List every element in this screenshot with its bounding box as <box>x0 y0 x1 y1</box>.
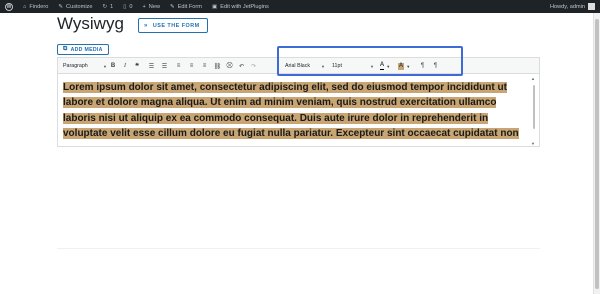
unlink-icon: ⛒ <box>226 62 233 69</box>
page-scrollbar[interactable] <box>593 13 600 294</box>
new-content-menu[interactable]: + New <box>138 0 165 13</box>
wordpress-logo-menu[interactable]: W <box>0 0 18 13</box>
align-left-button[interactable]: ≡ <box>174 61 183 71</box>
pencil-icon: ✎ <box>170 3 175 10</box>
updates-menu[interactable]: ↻ 1 <box>97 0 118 13</box>
scroll-up-icon[interactable]: ▲ <box>531 76 535 81</box>
scroll-down-icon[interactable]: ▼ <box>531 141 535 146</box>
align-right-icon: ≡ <box>202 63 207 69</box>
font-size-select[interactable]: 11pt ▼ <box>332 61 374 71</box>
use-the-form-button[interactable]: » USE THE FORM <box>138 18 208 33</box>
divider <box>57 248 540 249</box>
numbered-list-icon: ☰ <box>161 63 168 70</box>
ltr-button[interactable]: ¶ <box>418 61 427 71</box>
quote-icon: ❝ <box>135 63 139 70</box>
edit-with-label: Edit with JetPlugins <box>220 3 269 10</box>
updates-icon: ↻ <box>102 3 108 10</box>
rtl-button[interactable]: ¶ <box>431 61 440 71</box>
chevron-down-icon: ▼ <box>386 63 391 69</box>
italic-button[interactable]: I <box>121 61 129 71</box>
updates-count: 1 <box>110 3 114 10</box>
bold-button[interactable]: B <box>109 61 117 71</box>
edit-form-label: Edit Form <box>177 3 202 10</box>
highlighted-text: Lorem ipsum dolor sit amet, consectetur … <box>63 82 519 142</box>
comments-menu[interactable]: ▯ 0 <box>118 0 137 13</box>
editor-content[interactable]: Lorem ipsum dolor sit amet, consectetur … <box>59 76 527 142</box>
format-select[interactable]: Paragraph ▼ <box>63 61 107 71</box>
wordpress-icon: W <box>5 2 13 11</box>
align-center-button[interactable]: ≡ <box>187 61 196 71</box>
align-center-icon: ≡ <box>189 63 194 69</box>
edit-form-menu[interactable]: ✎ Edit Form <box>165 0 207 13</box>
text-color-button[interactable]: A ▼ <box>378 61 392 71</box>
add-media-button[interactable]: ⧉ ADD MEDIA <box>57 44 109 55</box>
admin-bar: W ⌂ Findero ✎ Customize ↻ 1 ▯ 0 + New ✎ … <box>0 0 600 13</box>
site-name-menu[interactable]: ⌂ Findero <box>18 0 53 13</box>
rtl-icon: ¶ <box>433 63 438 69</box>
edit-with-jetplugins-menu[interactable]: ▣ Edit with JetPlugins <box>207 0 274 13</box>
align-right-button[interactable]: ≡ <box>200 61 209 71</box>
selected-paragraph: Lorem ipsum dolor sit amet, consectetur … <box>63 80 523 142</box>
comments-count: 0 <box>129 3 133 10</box>
double-chevron-right-icon: » <box>144 22 148 29</box>
align-left-icon: ≡ <box>176 63 181 69</box>
font-size-value: 11pt <box>332 63 342 69</box>
format-select-value: Paragraph <box>63 63 88 69</box>
chevron-down-icon: ▼ <box>370 63 374 69</box>
undo-icon: ↶ <box>238 63 245 70</box>
my-account-menu[interactable]: Howdy, admin <box>545 0 600 13</box>
customize-label: Customize <box>66 3 93 10</box>
plus-icon: + <box>142 3 146 10</box>
undo-button[interactable]: ↶ <box>237 61 246 71</box>
add-media-label: ADD MEDIA <box>70 46 103 53</box>
redo-button[interactable]: ↷ <box>249 61 258 71</box>
bullet-list-icon: ☰ <box>148 63 155 70</box>
comment-icon: ▯ <box>123 3 127 10</box>
italic-icon: I <box>124 63 126 69</box>
chevron-down-icon: ▼ <box>103 63 107 69</box>
insert-link-button[interactable]: ⛓ <box>213 61 222 71</box>
howdy-label: Howdy, admin <box>549 3 585 10</box>
blockquote-button[interactable]: ❝ <box>133 61 141 71</box>
chevron-down-icon: ▼ <box>406 63 411 69</box>
redo-icon: ↷ <box>250 63 257 70</box>
numbered-list-button[interactable]: ☰ <box>160 61 169 71</box>
editor-toolbar: Paragraph ▼ B I ❝ ☰ ☰ ≡ ≡ ≡ ⛓ ⛒ ↶ ↷ Aria… <box>58 58 539 74</box>
new-label: New <box>148 3 160 10</box>
avatar <box>588 3 595 10</box>
wysiwyg-editor: Paragraph ▼ B I ❝ ☰ ☰ ≡ ≡ ≡ ⛓ ⛒ ↶ ↷ Aria… <box>57 57 540 147</box>
home-icon: ⌂ <box>23 3 27 10</box>
editor-scrollbar-thumb[interactable] <box>533 85 535 129</box>
page-title: Wysiwyg <box>57 14 124 33</box>
ltr-icon: ¶ <box>420 63 425 69</box>
font-family-value: Arial Black <box>285 63 311 69</box>
font-family-select[interactable]: Arial Black ▼ <box>285 61 325 71</box>
jetplugins-icon: ▣ <box>211 3 218 10</box>
site-name-label: Findero <box>29 3 49 10</box>
editor-scrollbar[interactable]: ▲ ▼ <box>529 75 539 146</box>
background-color-button[interactable]: A ▼ <box>397 61 411 71</box>
page-scrollbar-thumb[interactable] <box>595 19 599 289</box>
bullet-list-button[interactable]: ☰ <box>147 61 156 71</box>
customize-menu[interactable]: ✎ Customize <box>53 0 97 13</box>
remove-link-button[interactable]: ⛒ <box>225 61 234 71</box>
link-icon: ⛓ <box>213 63 222 70</box>
use-the-form-label: USE THE FORM <box>152 22 200 29</box>
chevron-down-icon: ▼ <box>321 63 325 69</box>
background-color-icon: A <box>397 62 405 70</box>
bold-icon: B <box>110 63 116 69</box>
brush-icon: ✎ <box>58 3 64 10</box>
text-color-icon: A <box>379 62 385 70</box>
media-icon: ⧉ <box>63 46 68 52</box>
